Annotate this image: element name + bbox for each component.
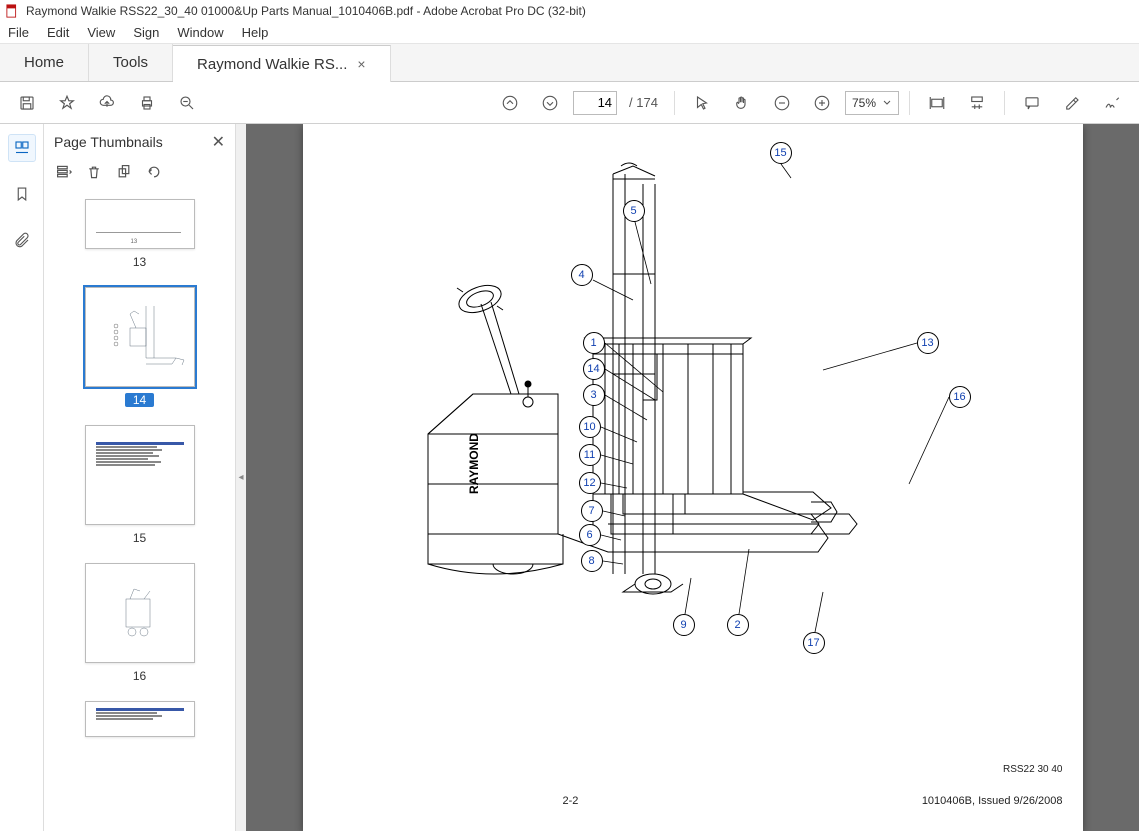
page-canvas: RAYMOND (303, 124, 1083, 831)
document-viewport[interactable]: RAYMOND (246, 124, 1139, 831)
thumbnail-page-13[interactable]: 13 13 (44, 199, 235, 269)
search-icon[interactable] (170, 86, 204, 120)
thumbnails-rail-icon[interactable] (8, 134, 36, 162)
rotate-page-icon[interactable] (116, 164, 132, 183)
document-id-label: 1010406B, Issued 9/26/2008 (922, 795, 1063, 807)
thumbnail-label: 15 (133, 531, 146, 545)
page-total-label: / 174 (629, 95, 658, 110)
fit-page-icon[interactable] (960, 86, 994, 120)
page-number-input[interactable] (573, 91, 617, 115)
thumbnails-title: Page Thumbnails (54, 134, 163, 150)
tab-tools[interactable]: Tools (89, 44, 173, 81)
hand-tool-icon[interactable] (725, 86, 759, 120)
print-icon[interactable] (130, 86, 164, 120)
toolbar: / 174 75% (0, 82, 1139, 124)
page-number-label: 2-2 (563, 795, 579, 807)
window-titlebar: Raymond Walkie RSS22_30_40 01000&Up Part… (0, 0, 1139, 22)
page-up-icon[interactable] (493, 86, 527, 120)
model-label: RSS22 30 40 (1003, 764, 1063, 775)
pdf-file-icon (6, 4, 20, 18)
left-rail (0, 124, 44, 831)
chevron-down-icon (882, 98, 892, 108)
attachment-rail-icon[interactable] (8, 226, 36, 254)
menu-edit[interactable]: Edit (47, 25, 69, 40)
thumbnail-page-16[interactable]: 16 (44, 563, 235, 683)
window-title: Raymond Walkie RSS22_30_40 01000&Up Part… (26, 4, 586, 18)
thumbnails-list[interactable]: 13 13 (44, 193, 235, 831)
thumbnail-page-15[interactable]: 15 (44, 425, 235, 545)
tab-document-label: Raymond Walkie RS... (197, 56, 347, 73)
comment-icon[interactable] (1015, 86, 1049, 120)
callout-leader-lines (303, 124, 1083, 724)
thumbnail-label: 13 (133, 255, 146, 269)
fit-width-icon[interactable] (920, 86, 954, 120)
zoom-level-select[interactable]: 75% (845, 91, 899, 115)
zoom-level-label: 75% (852, 96, 876, 110)
menu-view[interactable]: View (87, 25, 115, 40)
menubar: File Edit View Sign Window Help (0, 22, 1139, 44)
thumbnail-label: 14 (125, 393, 154, 407)
pointer-tool-icon[interactable] (685, 86, 719, 120)
tab-tools-label: Tools (113, 54, 148, 71)
cloud-share-icon[interactable] (90, 86, 124, 120)
menu-sign[interactable]: Sign (133, 25, 159, 40)
menu-file[interactable]: File (8, 25, 29, 40)
tab-close-icon[interactable]: × (357, 56, 365, 72)
tab-home[interactable]: Home (0, 44, 89, 81)
tab-home-label: Home (24, 54, 64, 71)
thumbnails-panel: Page Thumbnails ✕ 13 13 (44, 124, 236, 831)
thumb-options-icon[interactable] (56, 164, 72, 183)
save-icon[interactable] (10, 86, 44, 120)
tabbar: Home Tools Raymond Walkie RS... × (0, 44, 1139, 82)
zoom-in-icon[interactable] (805, 86, 839, 120)
panel-resize-handle[interactable]: ◂ (236, 124, 246, 831)
tab-document[interactable]: Raymond Walkie RS... × (173, 45, 391, 82)
thumbnail-label: 16 (133, 669, 146, 683)
zoom-out-icon[interactable] (765, 86, 799, 120)
thumbnail-page-17[interactable] (44, 701, 235, 737)
menu-help[interactable]: Help (242, 25, 269, 40)
highlight-icon[interactable] (1055, 86, 1089, 120)
bookmark-rail-icon[interactable] (8, 180, 36, 208)
star-icon[interactable] (50, 86, 84, 120)
menu-window[interactable]: Window (177, 25, 223, 40)
close-panel-icon[interactable]: ✕ (212, 132, 225, 152)
delete-page-icon[interactable] (86, 164, 102, 183)
page-down-icon[interactable] (533, 86, 567, 120)
sign-icon[interactable] (1095, 86, 1129, 120)
thumbnail-page-14[interactable]: 14 (44, 287, 235, 407)
thumbnails-tools (44, 160, 235, 193)
undo-icon[interactable] (146, 164, 162, 183)
